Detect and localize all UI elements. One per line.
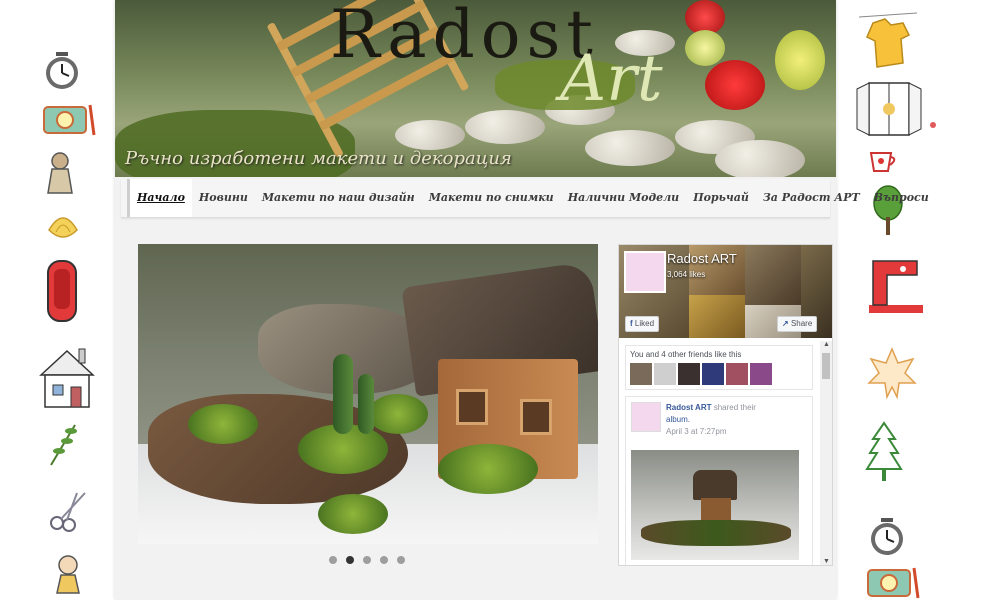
- logo-radost: Radost: [330, 0, 599, 73]
- friend-avatar[interactable]: [750, 363, 772, 385]
- camera-icon: [866, 566, 922, 600]
- slider-dot-active[interactable]: [346, 556, 354, 564]
- facebook-friends-text: You and 4 other friends like this: [630, 350, 742, 359]
- nav-item-about[interactable]: За Радост АРТ: [756, 179, 867, 217]
- facebook-share-button[interactable]: ↗ Share: [777, 316, 818, 332]
- sewing-machine-icon: [862, 250, 928, 318]
- facebook-liked-button[interactable]: f Liked: [625, 316, 660, 332]
- friend-avatar[interactable]: [702, 363, 724, 385]
- facebook-friends-box: You and 4 other friends like this: [625, 345, 813, 390]
- facebook-cover[interactable]: Radost ART 3,064 likes f Liked ↗ Share: [619, 245, 832, 338]
- toaster-icon: [40, 256, 84, 328]
- facebook-page-name[interactable]: Radost ART: [667, 251, 737, 266]
- branch-icon: [44, 420, 82, 468]
- scissors-icon: [46, 488, 90, 534]
- clock-icon: [866, 516, 908, 558]
- doll-icon: [42, 150, 78, 196]
- window-icon: [852, 78, 942, 140]
- site-tagline: Ръчно изработени макети и декорация: [125, 148, 512, 169]
- facebook-page-avatar[interactable]: [624, 251, 666, 293]
- camera-icon: [42, 100, 98, 138]
- main-nav: Начало Новини Макети по наш дизайн Макет…: [121, 179, 929, 218]
- nav-item-available-models[interactable]: Налични Модели: [561, 179, 687, 217]
- clock-icon: [40, 50, 84, 92]
- facebook-scrollbar[interactable]: ▲ ▼: [820, 341, 832, 565]
- house-icon: [34, 334, 100, 412]
- nav-item-news[interactable]: Новини: [192, 179, 255, 217]
- friend-avatar[interactable]: [678, 363, 700, 385]
- post-album-link[interactable]: album.: [666, 415, 690, 424]
- post-action-text: shared their: [713, 403, 756, 412]
- post-image[interactable]: [631, 450, 799, 560]
- leaf-icon: [866, 346, 918, 402]
- post-header-text: Radost ART shared their album. April 3 a…: [666, 402, 756, 438]
- facebook-likes-count: 3,064 likes: [667, 270, 706, 279]
- scrollbar-thumb[interactable]: [822, 353, 830, 379]
- image-slider[interactable]: [138, 244, 598, 544]
- nav-item-faq[interactable]: Въпроси: [867, 179, 936, 217]
- slider-dots: [329, 556, 405, 564]
- friend-avatar[interactable]: [630, 363, 652, 385]
- nav-item-our-designs[interactable]: Макети по наш дизайн: [255, 179, 422, 217]
- facebook-page-widget: Radost ART 3,064 likes f Liked ↗ Share Y…: [618, 244, 833, 566]
- dress-icon: [858, 10, 918, 72]
- pine-tree-icon: [864, 420, 904, 486]
- shell-icon: [45, 208, 81, 244]
- cup-icon: [866, 146, 900, 176]
- slider-dot[interactable]: [329, 556, 337, 564]
- post-author-avatar[interactable]: [631, 402, 661, 432]
- nav-item-home[interactable]: Начало: [127, 179, 192, 217]
- facebook-friend-avatars: [630, 363, 808, 385]
- facebook-post: Radost ART shared their album. April 3 a…: [625, 396, 813, 565]
- slider-dot[interactable]: [397, 556, 405, 564]
- nav-item-from-photos[interactable]: Макети по снимки: [422, 179, 561, 217]
- friend-avatar[interactable]: [654, 363, 676, 385]
- slider-dot[interactable]: [380, 556, 388, 564]
- slider-dot[interactable]: [363, 556, 371, 564]
- post-date[interactable]: April 3 at 7:27pm: [666, 427, 726, 436]
- nav-item-order[interactable]: Порьчай: [686, 179, 756, 217]
- friend-avatar[interactable]: [726, 363, 748, 385]
- header-banner[interactable]: Radost Art Ръчно изработени макети и дек…: [115, 0, 836, 177]
- page-container: Radost Art Ръчно изработени макети и дек…: [115, 0, 929, 600]
- facebook-feed: You and 4 other friends like this Radost…: [619, 341, 819, 565]
- post-author-link[interactable]: Radost ART: [666, 403, 711, 412]
- logo-art: Art: [560, 42, 663, 116]
- baby-icon: [50, 552, 86, 596]
